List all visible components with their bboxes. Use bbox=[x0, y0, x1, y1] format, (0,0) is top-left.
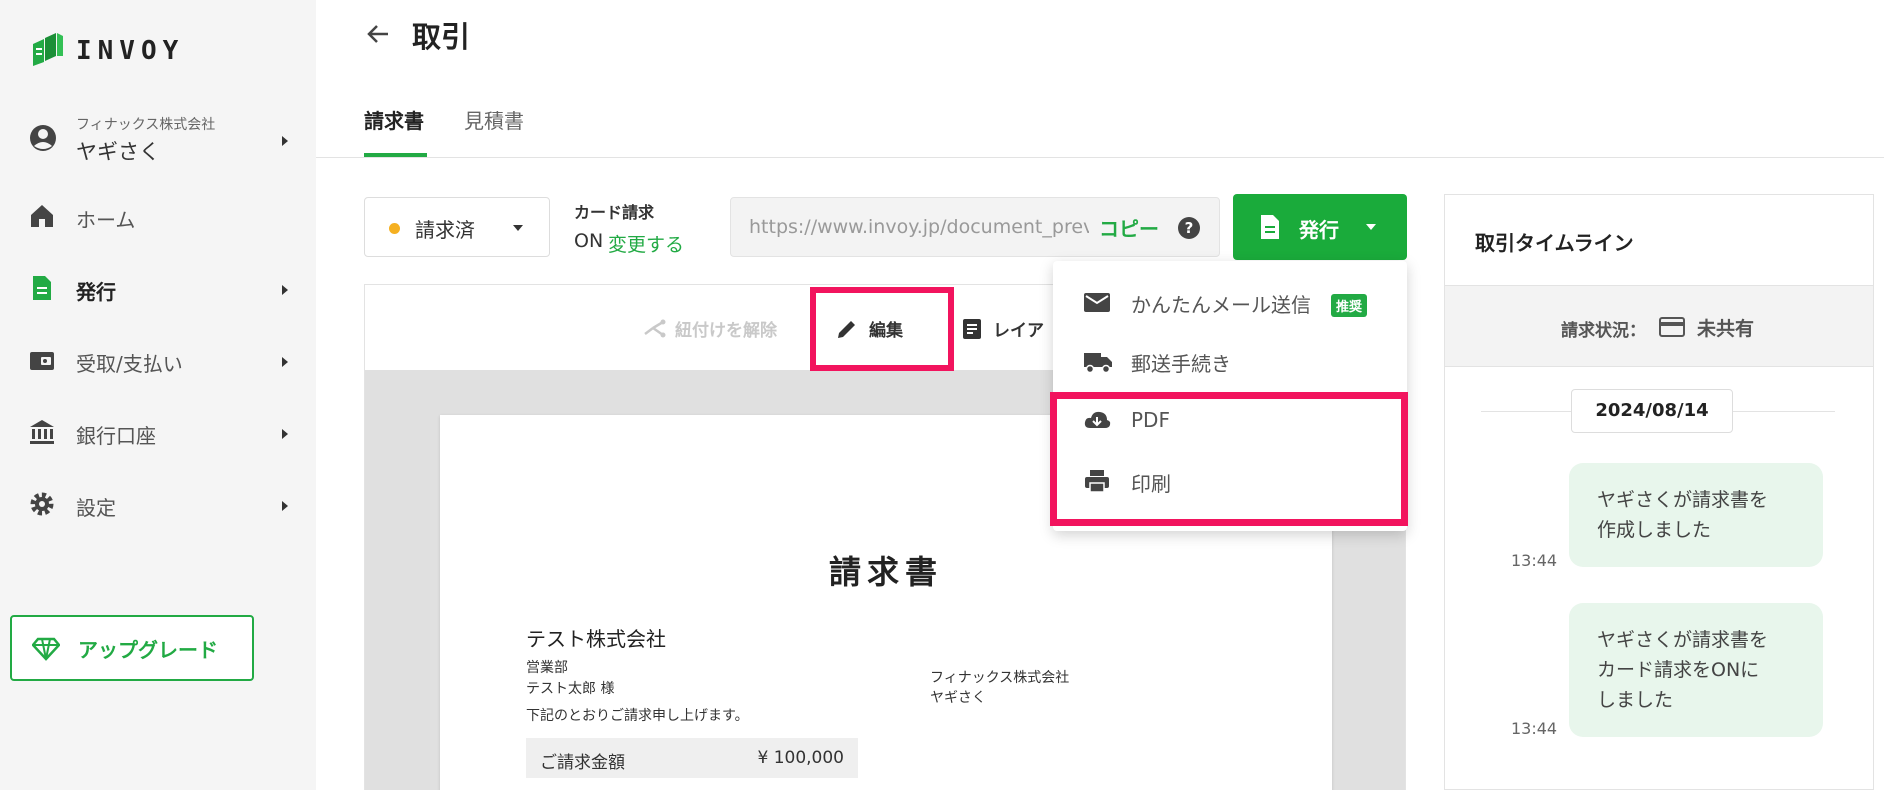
billing-status-value: 未共有 bbox=[1697, 318, 1755, 340]
wallet-icon bbox=[28, 346, 56, 378]
sidebar-item-label: 設定 bbox=[76, 495, 116, 520]
help-icon[interactable]: ? bbox=[1177, 216, 1201, 244]
copy-button[interactable]: コピー bbox=[1099, 213, 1159, 242]
invoice-note: 下記のとおりご請求申し上げます。 bbox=[526, 708, 749, 724]
event-time: 13:44 bbox=[1511, 719, 1558, 738]
event-text: ヤギさくが請求書を bbox=[1597, 489, 1769, 511]
account-switcher[interactable]: フィナックス株式会社 ヤギさく bbox=[28, 112, 288, 168]
chevron-down-icon bbox=[513, 225, 523, 231]
card-billing-title: カード請求 bbox=[574, 203, 655, 222]
svg-text:?: ? bbox=[1185, 219, 1194, 237]
invoice-contact: テスト太郎 様 bbox=[526, 681, 615, 697]
invoice-recipient: テスト株式会社 bbox=[526, 627, 666, 651]
sidebar-item-home[interactable]: ホーム bbox=[28, 198, 288, 238]
event-text: しました bbox=[1597, 689, 1674, 711]
sidebar-item-label: 銀行口座 bbox=[76, 423, 156, 448]
event-text: カード請求をONに bbox=[1597, 659, 1760, 681]
event-time: 13:44 bbox=[1511, 551, 1558, 570]
menu-item-label: 郵送手続き bbox=[1131, 352, 1231, 376]
bank-icon bbox=[28, 418, 56, 450]
account-user: ヤギさく bbox=[76, 140, 160, 164]
share-url-text: https://www.invoy.jp/document_preview bbox=[749, 216, 1089, 238]
billing-status-bar: 請求状況： 未共有 bbox=[1445, 285, 1873, 367]
issue-button-label: 発行 bbox=[1299, 218, 1339, 242]
layout-button[interactable]: レイア bbox=[961, 316, 1044, 341]
card-billing-change-link[interactable]: 変更する bbox=[608, 230, 684, 257]
chevron-down-icon bbox=[1366, 224, 1376, 230]
invoice-amount-box: ご請求金額 ¥ 100,000 bbox=[526, 738, 858, 778]
user-avatar-icon bbox=[28, 123, 58, 157]
sidebar-item-label: 発行 bbox=[76, 279, 116, 304]
timeline-event: ヤギさくが請求書を 作成しました bbox=[1569, 463, 1823, 567]
invoice-sender-company: フィナックス株式会社 bbox=[930, 670, 1070, 686]
transaction-timeline: 取引タイムライン 請求状況： 未共有 2024/08/14 ヤギさくが請求書を … bbox=[1444, 194, 1874, 790]
chevron-right-icon bbox=[282, 429, 288, 439]
gear-icon bbox=[28, 490, 56, 522]
credit-card-icon bbox=[1659, 316, 1685, 342]
tab-invoice[interactable]: 請求書 bbox=[364, 105, 424, 134]
unlink-label: 紐付けを解除 bbox=[675, 321, 777, 341]
status-select[interactable]: 請求済 bbox=[364, 197, 550, 257]
edit-highlight-box bbox=[810, 287, 954, 371]
unlink-button[interactable]: 紐付けを解除 bbox=[643, 316, 777, 341]
unlink-icon bbox=[644, 319, 666, 337]
invoice-sender-name: ヤギさく bbox=[930, 690, 986, 706]
layout-label: レイア bbox=[993, 321, 1044, 341]
sidebar: INVOY フィナックス株式会社 ヤギさく ホーム 発行 受取/支払い 銀行口座… bbox=[0, 0, 316, 790]
layout-icon bbox=[963, 318, 981, 339]
pdf-print-highlight-box bbox=[1050, 392, 1408, 526]
invoy-logo-icon bbox=[30, 32, 64, 70]
event-text: ヤギさくが請求書を bbox=[1597, 629, 1769, 651]
header-divider bbox=[316, 157, 1884, 158]
document-icon bbox=[1259, 214, 1281, 244]
document-icon bbox=[28, 274, 56, 306]
tab-estimate[interactable]: 見積書 bbox=[464, 105, 524, 134]
invoice-department: 営業部 bbox=[526, 660, 568, 676]
truck-icon bbox=[1084, 353, 1112, 374]
upgrade-button[interactable]: アップグレード bbox=[10, 615, 254, 681]
page-title: 取引 bbox=[412, 20, 471, 54]
logo[interactable]: INVOY bbox=[30, 32, 184, 70]
timeline-title: 取引タイムライン bbox=[1475, 231, 1634, 255]
menu-item-postal[interactable]: 郵送手続き bbox=[1053, 332, 1407, 390]
sidebar-item-bank[interactable]: 銀行口座 bbox=[28, 414, 288, 454]
sidebar-item-issue[interactable]: 発行 bbox=[28, 270, 288, 310]
chevron-right-icon bbox=[282, 357, 288, 367]
status-value: 請求済 bbox=[415, 218, 475, 242]
upgrade-label: アップグレード bbox=[78, 637, 218, 662]
diamond-icon bbox=[31, 637, 61, 665]
issue-button[interactable]: 発行 bbox=[1233, 194, 1407, 260]
billing-status-label: 請求状況： bbox=[1561, 321, 1646, 341]
menu-item-easy-mail[interactable]: かんたんメール送信 推奨 bbox=[1053, 273, 1407, 331]
chevron-right-icon bbox=[282, 136, 288, 146]
timeline-date: 2024/08/14 bbox=[1571, 389, 1733, 433]
back-arrow-icon[interactable] bbox=[364, 20, 392, 52]
recommended-badge: 推奨 bbox=[1331, 294, 1368, 317]
invoice-amount-label: ご請求金額 bbox=[540, 753, 625, 773]
sidebar-item-label: 受取/支払い bbox=[76, 351, 183, 376]
chevron-right-icon bbox=[282, 501, 288, 511]
sidebar-item-label: ホーム bbox=[76, 207, 136, 232]
timeline-event: ヤギさくが請求書を カード請求をONに しました bbox=[1569, 603, 1823, 737]
event-text: 作成しました bbox=[1597, 519, 1712, 541]
share-url-field[interactable]: https://www.invoy.jp/document_preview コピ… bbox=[730, 197, 1220, 257]
invoice-amount-value: ¥ 100,000 bbox=[757, 748, 844, 768]
status-dot-icon bbox=[389, 223, 400, 234]
sidebar-item-receive-pay[interactable]: 受取/支払い bbox=[28, 342, 288, 382]
invoice-title: 請求書 bbox=[828, 553, 943, 591]
menu-item-label: かんたんメール送信 bbox=[1131, 293, 1311, 317]
home-icon bbox=[28, 202, 56, 234]
sidebar-item-settings[interactable]: 設定 bbox=[28, 486, 288, 526]
mail-icon bbox=[1084, 293, 1110, 312]
logo-text: INVOY bbox=[76, 36, 185, 66]
account-company: フィナックス株式会社 bbox=[76, 117, 216, 133]
chevron-right-icon bbox=[282, 285, 288, 295]
card-billing-state: ON bbox=[574, 230, 604, 252]
